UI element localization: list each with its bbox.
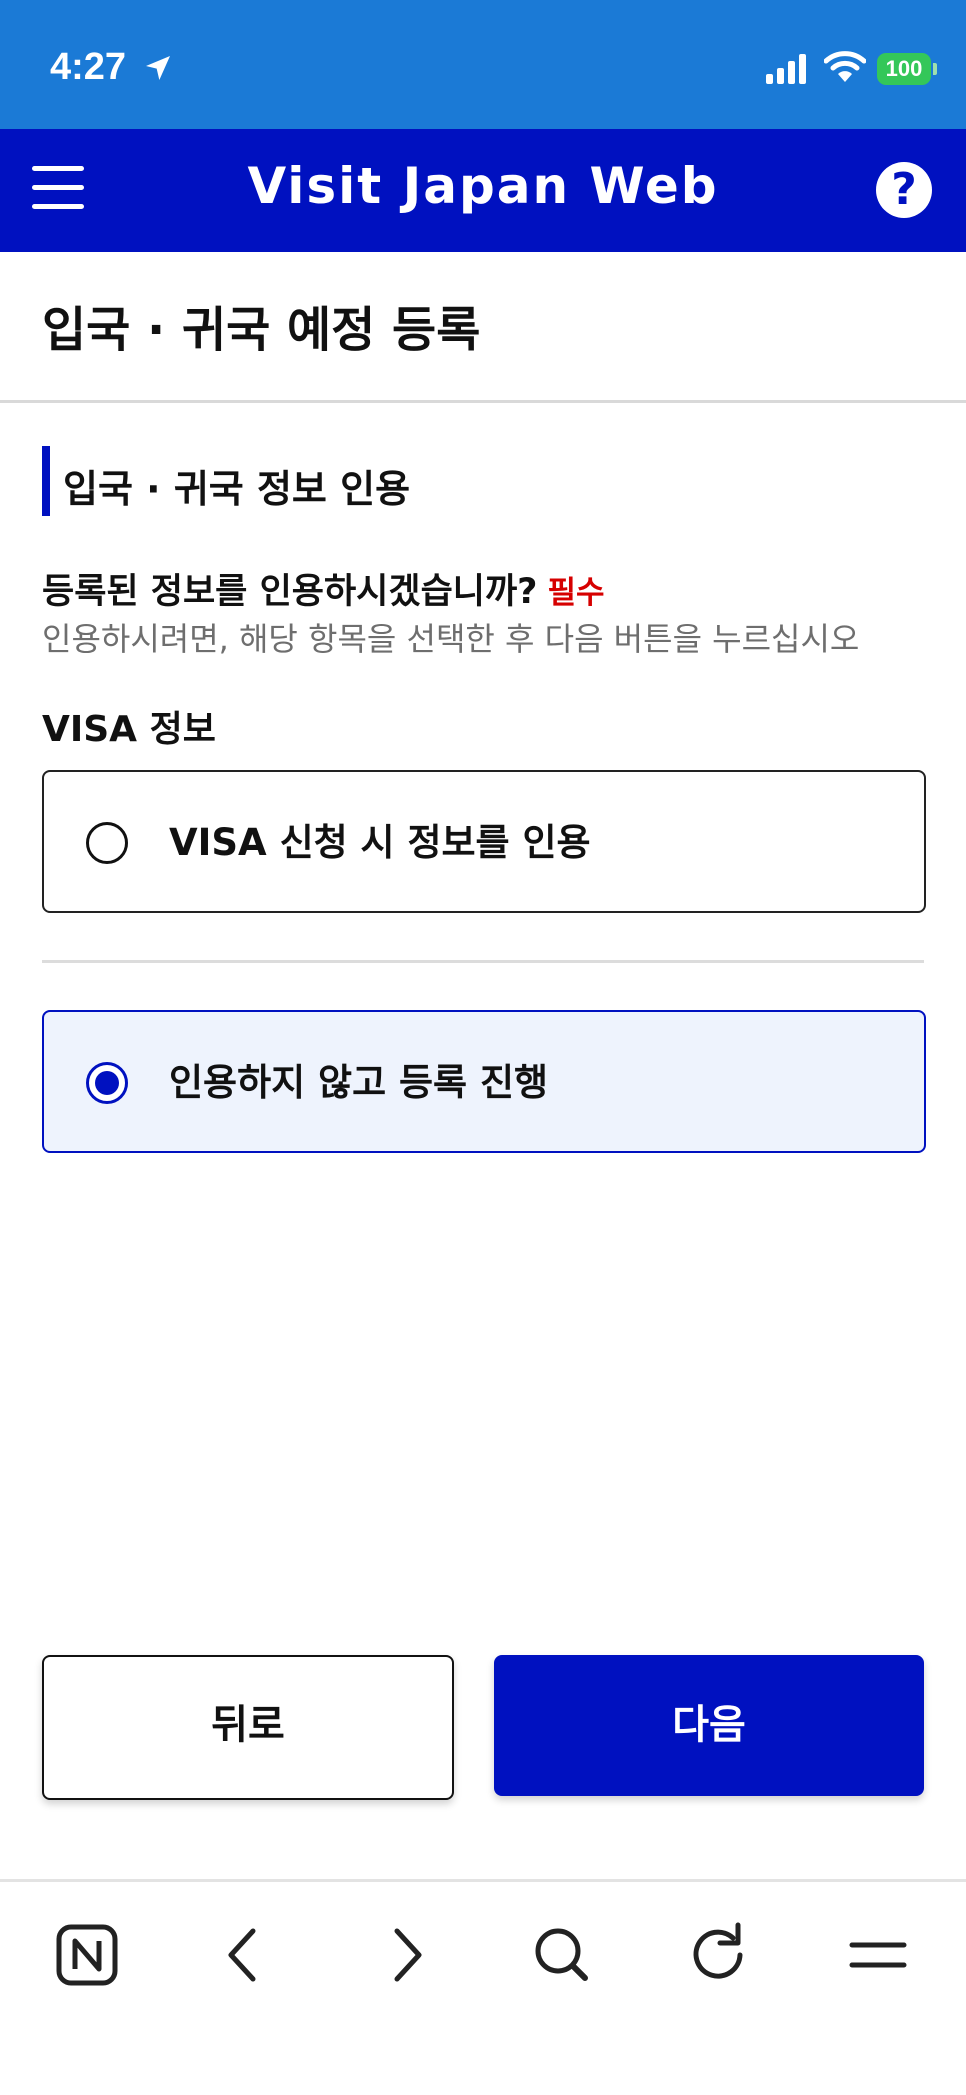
status-bar: 4:27 100: [0, 0, 966, 129]
option-proceed-without[interactable]: 인용하지 않고 등록 진행: [42, 1010, 926, 1153]
page-title: 입국 · 귀국 예정 등록: [42, 302, 481, 358]
cellular-signal-icon: [766, 54, 806, 84]
back-button[interactable]: 뒤로: [42, 1655, 454, 1800]
option-label: 인용하지 않고 등록 진행: [169, 1061, 549, 1104]
question-label: 등록된 정보를 인용하시겠습니까? 필수: [42, 563, 605, 614]
divider: [0, 400, 966, 403]
location-arrow-icon: [146, 56, 170, 80]
back-arrow-icon[interactable]: [205, 1915, 285, 1995]
browser-toolbar: [0, 1879, 966, 2095]
search-icon[interactable]: [522, 1915, 602, 1995]
question-text: 등록된 정보를 인용하시겠습니까?: [42, 572, 538, 612]
forward-arrow-icon[interactable]: [365, 1915, 445, 1995]
section-heading: 입국 · 귀국 정보 인용: [63, 467, 411, 511]
option-label: VISA 신청 시 정보를 인용: [169, 821, 591, 864]
radio-button[interactable]: [86, 822, 128, 864]
battery-cap: [933, 63, 937, 75]
battery-icon: 100: [877, 53, 931, 85]
wifi-icon: [824, 51, 866, 82]
naver-n-icon[interactable]: [47, 1915, 127, 1995]
question-mark-icon[interactable]: ?: [876, 162, 932, 218]
reload-icon[interactable]: [680, 1915, 760, 1995]
app-title: Visit Japan Web: [247, 157, 719, 215]
next-button[interactable]: 다음: [494, 1655, 924, 1796]
app-header: Visit Japan Web ?: [0, 129, 966, 252]
hint-text: 인용하시려면, 해당 항목을 선택한 후 다음 버튼을 누르십시오: [42, 620, 860, 658]
section-accent-bar: [42, 446, 50, 516]
visa-group-label: VISA 정보: [42, 709, 216, 750]
status-time: 4:27: [50, 46, 127, 88]
menu-icon[interactable]: [838, 1915, 918, 1995]
option-divider: [42, 960, 924, 963]
option-use-visa-info[interactable]: VISA 신청 시 정보를 인용: [42, 770, 926, 913]
required-badge: 필수: [547, 575, 605, 611]
radio-button-checked[interactable]: [86, 1062, 128, 1104]
